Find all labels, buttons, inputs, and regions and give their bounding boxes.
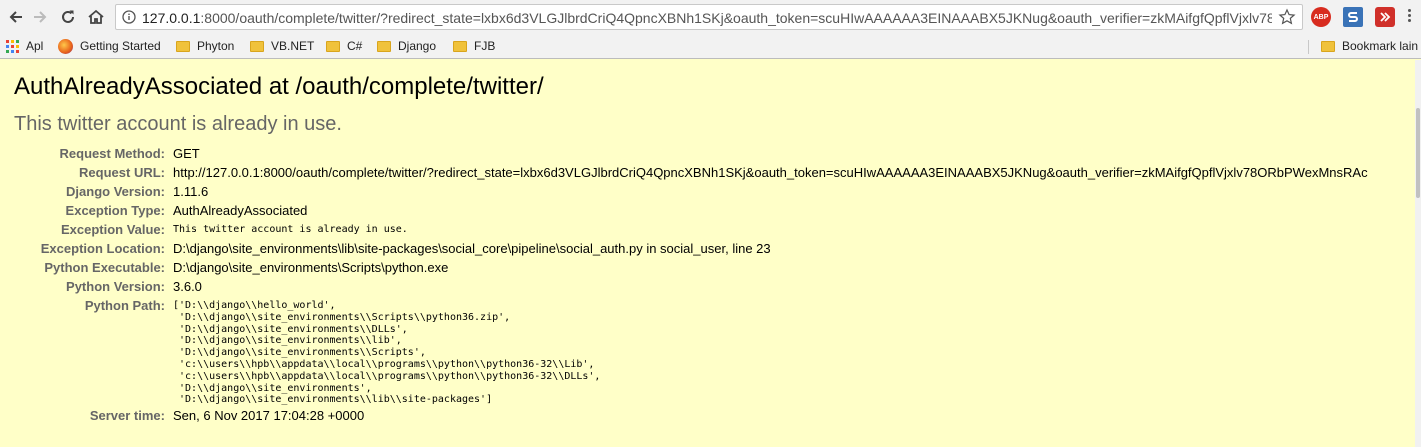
url-text[interactable]: 127.0.0.1:8000/oauth/complete/twitter/?r…	[142, 10, 1272, 26]
url-host: 127.0.0.1	[142, 10, 201, 26]
firefox-icon	[58, 38, 73, 54]
python-path-entry: 'D:\\django\\site_environments\\lib\\sit…	[173, 394, 493, 406]
apps-grid-icon	[6, 39, 19, 53]
browser-menu-icon[interactable]	[1406, 9, 1412, 25]
extension-s-icon[interactable]	[1343, 7, 1363, 27]
python-path-entry: 'D:\\django\\site_environments\\DLLs',	[173, 323, 408, 335]
request-info-table: Request Method: GET Request URL: http://…	[16, 144, 1368, 425]
bookmark-folder-vbnet[interactable]: VB.NET	[250, 38, 314, 54]
page-scrollbar[interactable]	[1415, 60, 1421, 447]
arrow-left-icon	[9, 11, 22, 23]
info-row-python-path: Python Path: ['D:\\django\\hello_world',…	[16, 296, 1368, 406]
home-button[interactable]	[84, 5, 108, 29]
bookmark-separator	[1308, 40, 1309, 54]
reload-icon	[62, 10, 74, 23]
bookmark-folder-csharp[interactable]: C#	[326, 38, 362, 54]
bookmark-other-folder[interactable]: Bookmark lain	[1321, 38, 1418, 54]
folder-icon	[176, 40, 190, 52]
bookmark-folder-fjb[interactable]: FJB	[453, 38, 495, 54]
adblock-plus-icon[interactable]: ABP	[1311, 7, 1331, 27]
error-subtitle: This twitter account is already in use.	[14, 113, 342, 135]
info-row-python-version: Python Version: 3.6.0	[66, 279, 202, 294]
info-row-django-version: Django Version: 1.11.6	[66, 184, 209, 199]
back-button[interactable]	[4, 5, 28, 29]
info-row-server-time: Server time: Sen, 6 Nov 2017 17:04:28 +0…	[89, 408, 365, 424]
info-row-exception-type: Exception Type: AuthAlreadyAssociated	[65, 203, 308, 218]
bookmark-apps[interactable]: Apl	[6, 38, 43, 54]
python-path-entry: 'D:\\django\\site_environments\\Scripts'…	[173, 347, 426, 359]
python-path-list: ['D:\\django\\hello_world', 'D:\\django\…	[173, 296, 1368, 406]
folder-icon	[326, 40, 340, 52]
scrollbar-thumb[interactable]	[1416, 108, 1420, 198]
bookmarks-bar: Apl Getting Started Phyton VB.NET C# Dja…	[0, 34, 1421, 59]
bookmark-getting-started[interactable]: Getting Started	[58, 38, 161, 54]
folder-icon	[453, 40, 467, 52]
info-row-request-method: Request Method: GET	[59, 146, 200, 161]
arrow-right-icon	[34, 11, 47, 23]
url-path: :8000/oauth/complete/twitter/?redirect_s…	[200, 10, 1272, 26]
python-path-entry: 'c:\\users\\hpb\\appdata\\local\\program…	[173, 370, 601, 382]
python-path-entry: 'D:\\django\\site_environments',	[173, 382, 372, 394]
folder-icon	[250, 40, 264, 52]
info-row-exception-value: Exception Value: This twitter account is…	[60, 222, 408, 237]
python-path-entry: 'c:\\users\\hpb\\appdata\\local\\program…	[173, 358, 595, 370]
error-title: AuthAlreadyAssociated at /oauth/complete…	[14, 73, 544, 100]
error-page: AuthAlreadyAssociated at /oauth/complete…	[0, 60, 1421, 447]
home-icon	[88, 9, 104, 24]
folder-icon	[377, 40, 391, 52]
reload-button[interactable]	[56, 5, 80, 29]
browser-toolbar: 127.0.0.1:8000/oauth/complete/twitter/?r…	[0, 0, 1421, 34]
python-path-entry: ['D:\\django\\hello_world',	[173, 300, 336, 311]
info-row-python-executable: Python Executable: D:\django\site_enviro…	[44, 260, 449, 275]
bookmark-star-icon[interactable]	[1278, 8, 1296, 26]
address-bar[interactable]: 127.0.0.1:8000/oauth/complete/twitter/?r…	[115, 4, 1303, 30]
python-path-entry: 'D:\\django\\site_environments\\Scripts\…	[173, 311, 511, 323]
info-icon[interactable]	[122, 10, 136, 24]
info-row-exception-location: Exception Location: D:\django\site_envir…	[40, 241, 771, 256]
bookmark-folder-phyton[interactable]: Phyton	[176, 38, 234, 54]
python-path-entry: 'D:\\django\\site_environments\\lib',	[173, 335, 402, 347]
folder-icon	[1321, 40, 1335, 52]
info-row-request-url: Request URL: http://127.0.0.1:8000/oauth…	[79, 165, 1368, 180]
extension-forward-icon[interactable]	[1375, 7, 1395, 27]
forward-button[interactable]	[28, 5, 52, 29]
bookmark-folder-django[interactable]: Django	[377, 38, 436, 54]
